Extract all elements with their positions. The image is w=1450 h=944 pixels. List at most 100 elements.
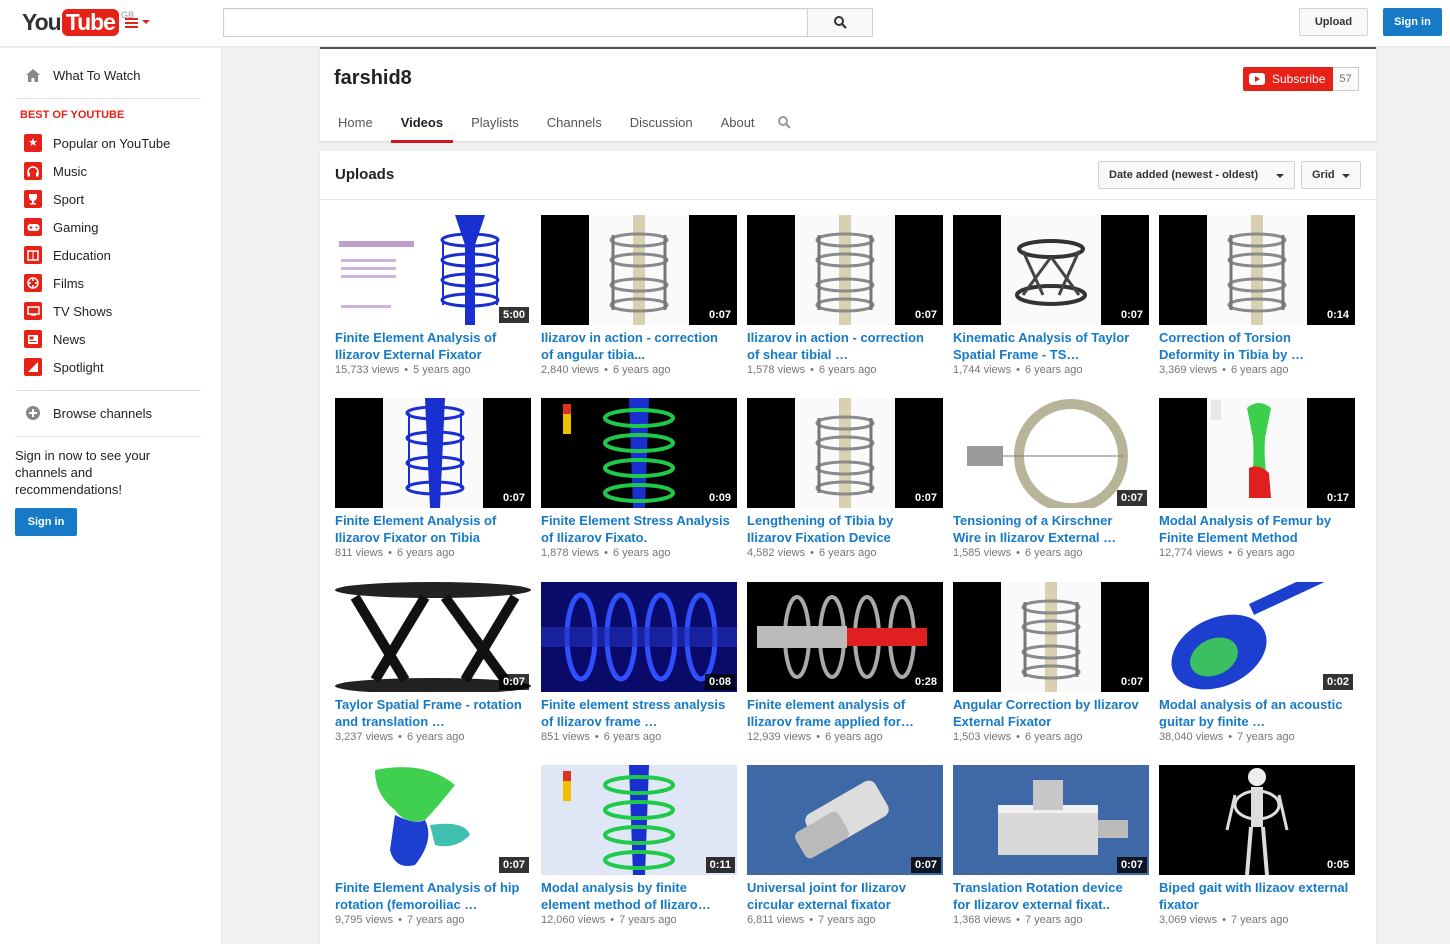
masthead: You Tube GB Upload Sign in	[0, 0, 1450, 47]
channel-search-icon[interactable]	[778, 116, 791, 132]
guide-item-gaming[interactable]: Gaming	[24, 217, 99, 237]
video-meta: 3,069 views • 7 years ago	[1159, 913, 1355, 928]
video-thumbnail[interactable]: 0:17	[1159, 398, 1355, 508]
video-card: 0:07 Universal joint for Ilizarov circula…	[747, 765, 943, 928]
video-title-link[interactable]: Finite Element Analysis of Ilizarov Fixa…	[335, 512, 525, 546]
search-icon	[834, 16, 847, 29]
tab-playlists[interactable]: Playlists	[461, 115, 529, 143]
video-thumbnail[interactable]: 0:07	[747, 398, 943, 508]
guide-item-what-to-watch[interactable]: What To Watch	[24, 65, 140, 85]
video-title-link[interactable]: Finite Element Analysis of hip rotation …	[335, 879, 525, 913]
subscribe-button[interactable]: Subscribe	[1243, 67, 1334, 91]
video-age: 7 years ago	[1024, 914, 1083, 926]
guide-signin-button[interactable]: Sign in	[15, 508, 77, 536]
video-duration: 0:11	[705, 857, 735, 873]
video-views: 811 views	[335, 547, 384, 559]
video-duration: 0:28	[910, 674, 941, 690]
video-thumbnail[interactable]: 0:07	[747, 215, 943, 325]
video-title-link[interactable]: Angular Correction by Ilizarov External …	[953, 696, 1143, 730]
video-card: 0:07 Taylor Spatial Frame - rotation and …	[335, 582, 531, 745]
video-thumbnail[interactable]: 0:14	[1159, 215, 1355, 325]
channel-header: farshid8 Subscribe 57 Home Videos Playli…	[320, 47, 1376, 143]
video-meta: 12,060 views • 7 years ago	[541, 913, 737, 928]
video-views: 2,840 views	[541, 364, 600, 376]
plus-circle-icon	[24, 404, 42, 422]
video-title-link[interactable]: Universal joint for Ilizarov circular ex…	[747, 879, 937, 913]
upload-button[interactable]: Upload	[1299, 8, 1368, 36]
guide-item-news[interactable]: News	[24, 329, 86, 349]
video-title-link[interactable]: Taylor Spatial Frame - rotation and tran…	[335, 696, 525, 730]
tab-discussion[interactable]: Discussion	[620, 115, 703, 143]
video-title-link[interactable]: Biped gait with Ilizaov external fixator	[1159, 879, 1349, 913]
tab-channels[interactable]: Channels	[537, 115, 612, 143]
video-thumbnail[interactable]: 0:07	[953, 582, 1149, 692]
channel-title[interactable]: farshid8	[334, 67, 412, 90]
view-dropdown[interactable]: Grid	[1301, 161, 1361, 189]
video-thumbnail[interactable]: 0:07	[953, 398, 1149, 508]
tab-about[interactable]: About	[711, 115, 765, 143]
guide-item-education[interactable]: Education	[24, 245, 111, 265]
logo-tube-text: Tube	[61, 8, 119, 36]
video-thumbnail[interactable]: 0:07	[335, 398, 531, 508]
video-title-link[interactable]: Lengthening of Tibia by Ilizarov Fixatio…	[747, 512, 937, 546]
video-title-link[interactable]: Finite element analysis of Ilizarov fram…	[747, 696, 937, 730]
uploads-title: Uploads	[335, 166, 395, 183]
meta-separator: •	[810, 364, 814, 376]
video-thumbnail[interactable]: 0:07	[335, 765, 531, 875]
video-title-link[interactable]: Modal Analysis of Femur by Finite Elemen…	[1159, 512, 1349, 546]
sort-dropdown[interactable]: Date added (newest - oldest)	[1098, 161, 1295, 189]
guide-item-tv-shows[interactable]: TV Shows	[24, 301, 112, 321]
video-title-link[interactable]: Finite Element Analysis of Ilizarov Exte…	[335, 329, 525, 363]
video-thumbnail[interactable]: 5:00	[335, 215, 531, 325]
video-thumbnail[interactable]: 0:07	[953, 215, 1149, 325]
guide-item-popular[interactable]: ★ Popular on YouTube	[24, 133, 170, 153]
guide-item-music[interactable]: Music	[24, 161, 87, 181]
video-duration: 0:07	[910, 857, 941, 873]
video-thumbnail[interactable]: 0:07	[953, 765, 1149, 875]
video-thumbnail[interactable]: 0:07	[747, 765, 943, 875]
tab-home[interactable]: Home	[328, 115, 383, 143]
meta-separator: •	[810, 547, 814, 559]
signin-button[interactable]: Sign in	[1383, 8, 1442, 36]
video-title-link[interactable]: Translation Rotation device for Ilizarov…	[953, 879, 1143, 913]
video-meta: 1,368 views • 7 years ago	[953, 913, 1149, 928]
video-title-link[interactable]: Correction of Torsion Deformity in Tibia…	[1159, 329, 1349, 363]
video-thumbnail[interactable]: 0:05	[1159, 765, 1355, 875]
youtube-play-icon	[1249, 73, 1265, 85]
video-title-link[interactable]: Ilizarov in action - correction of angul…	[541, 329, 731, 363]
search-button[interactable]	[807, 8, 873, 37]
video-title-link[interactable]: Ilizarov in action - correction of shear…	[747, 329, 937, 363]
video-title-link[interactable]: Modal analysis by finite element method …	[541, 879, 731, 913]
video-thumbnail[interactable]: 0:28	[747, 582, 943, 692]
guide-item-label: Education	[53, 247, 111, 263]
meta-separator: •	[1222, 364, 1226, 376]
video-thumbnail[interactable]: 0:02	[1159, 582, 1355, 692]
video-title-link[interactable]: Tensioning of a Kirschner Wire in Ilizar…	[953, 512, 1143, 546]
video-duration: 0:07	[910, 307, 941, 323]
video-thumbnail[interactable]: 0:07	[541, 215, 737, 325]
guide-item-sport[interactable]: Sport	[24, 189, 84, 209]
video-thumbnail[interactable]: 0:08	[541, 582, 737, 692]
tab-videos[interactable]: Videos	[390, 115, 454, 143]
video-title-link[interactable]: Kinematic Analysis of Taylor Spatial Fra…	[953, 329, 1143, 363]
video-age: 6 years ago	[825, 731, 883, 743]
video-title-link[interactable]: Finite Element Stress Analysis of Ilizar…	[541, 512, 731, 546]
video-title-link[interactable]: Finite element stress analysis of Ilizar…	[541, 696, 731, 730]
video-duration: 0:07	[910, 490, 941, 506]
youtube-logo[interactable]: You Tube GB	[22, 8, 134, 36]
guide-item-films[interactable]: Films	[24, 273, 84, 293]
book-icon	[24, 246, 42, 264]
search-input[interactable]	[223, 8, 808, 37]
video-thumbnail[interactable]: 0:07	[335, 582, 531, 692]
video-age: 7 years ago	[818, 914, 876, 926]
guide-item-label: Films	[53, 275, 85, 291]
guide-menu-icon[interactable]	[125, 16, 151, 30]
video-thumbnail[interactable]: 0:09	[541, 398, 737, 508]
guide-item-spotlight[interactable]: Spotlight	[24, 357, 104, 377]
video-title-link[interactable]: Modal analysis of an acoustic guitar by …	[1159, 696, 1349, 730]
video-card: 0:07 Kinematic Analysis of Taylor Spatial…	[953, 215, 1149, 378]
video-meta: 851 views • 6 years ago	[541, 730, 737, 745]
guide-item-browse-channels[interactable]: Browse channels	[24, 403, 152, 423]
video-views: 4,582 views	[747, 547, 806, 559]
video-thumbnail[interactable]: 0:11	[541, 765, 737, 875]
